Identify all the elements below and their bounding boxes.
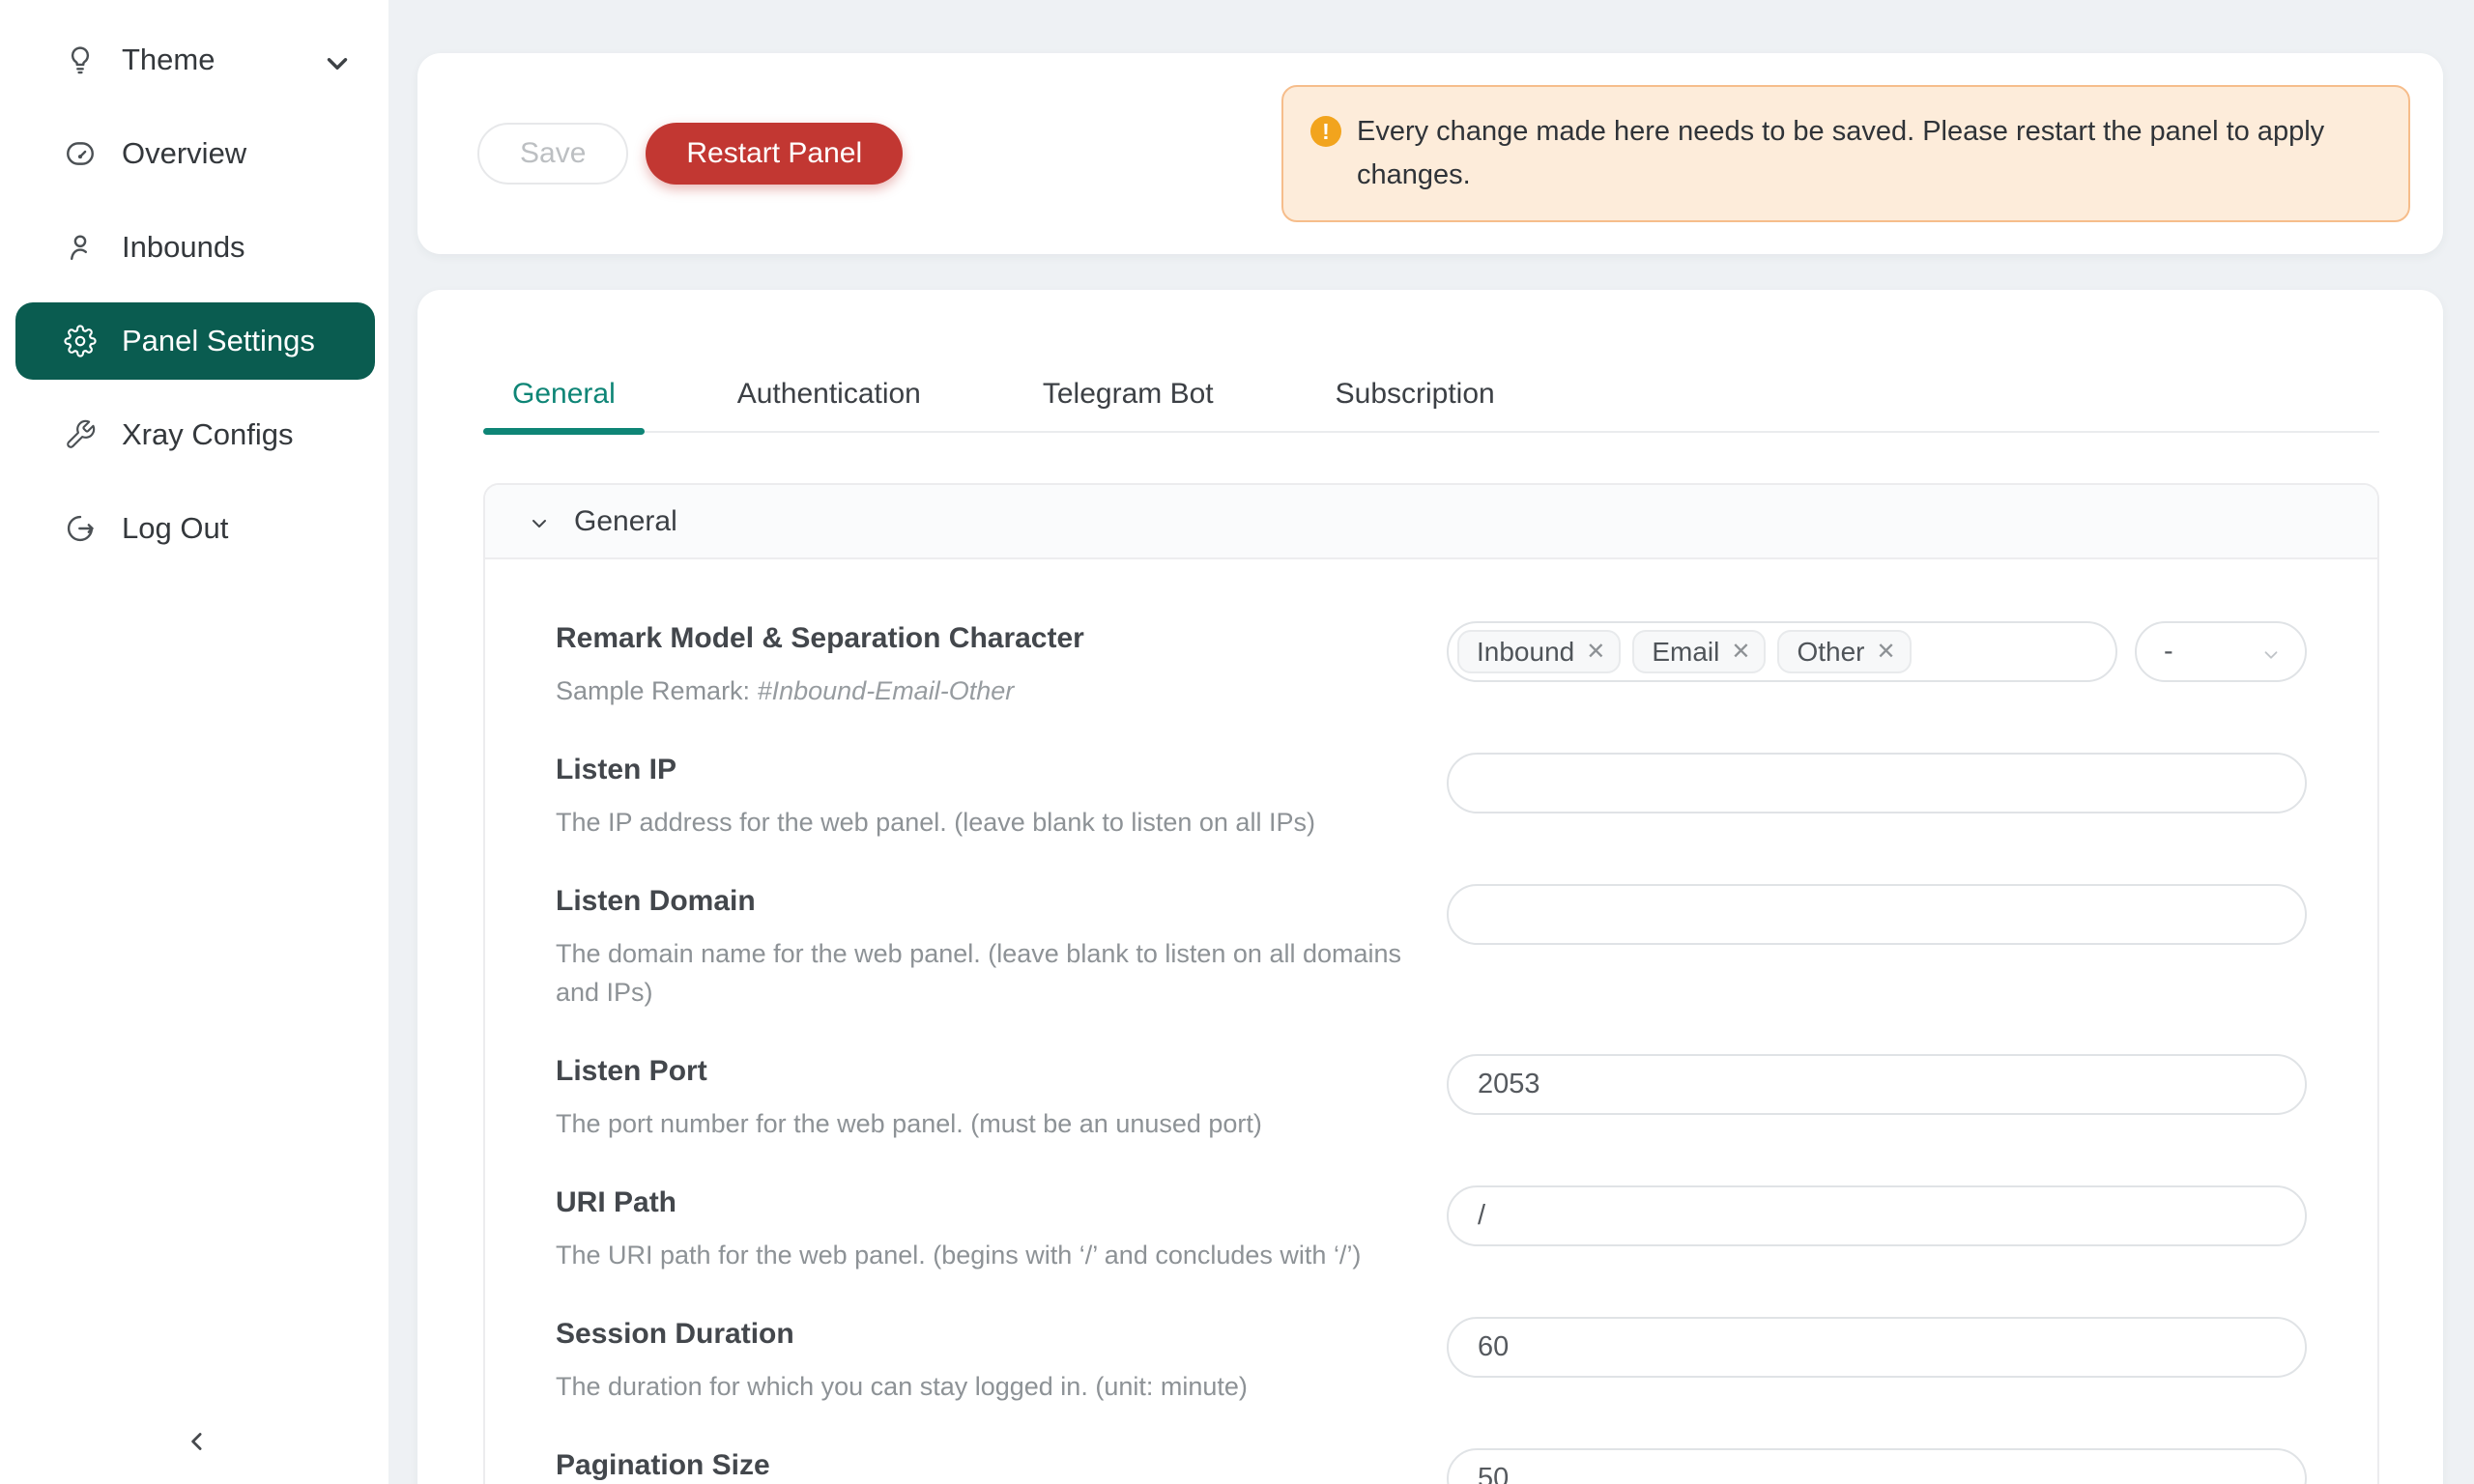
sidebar-item-label: Panel Settings (122, 324, 315, 358)
sidebar-item-label: Log Out (122, 511, 228, 546)
sample-remark-value: #Inbound-Email-Other (758, 676, 1015, 705)
tag-label: Other (1797, 637, 1864, 668)
row-remark-model: Remark Model & Separation Character Samp… (556, 621, 2307, 710)
warning-message: Every change made here needs to be saved… (1357, 110, 2328, 197)
row-session-duration: Session Duration The duration for which … (556, 1317, 2307, 1406)
toolbar-card: Save Restart Panel ! Every change made h… (417, 53, 2443, 254)
dashboard-icon (64, 137, 97, 170)
sidebar-item-log-out[interactable]: Log Out (15, 490, 375, 567)
tag-remove-icon[interactable]: ✕ (1731, 641, 1750, 664)
tag-label: Email (1652, 637, 1719, 668)
separator-select[interactable]: - (2135, 621, 2307, 682)
uri-path-input[interactable] (1447, 1185, 2307, 1246)
field-label: Listen Domain (556, 884, 1412, 919)
sidebar-item-overview[interactable]: Overview (15, 115, 375, 192)
tab-authentication[interactable]: Authentication (708, 357, 950, 431)
tag-inbound: Inbound ✕ (1457, 630, 1621, 673)
collapse-header-general[interactable]: General (485, 485, 2377, 559)
sidebar-item-label: Xray Configs (122, 417, 293, 452)
row-listen-port: Listen Port The port number for the web … (556, 1054, 2307, 1143)
panel-title: General (574, 505, 677, 538)
gear-icon (64, 325, 97, 357)
sample-remark-prefix: Sample Remark: (556, 676, 758, 705)
row-listen-domain: Listen Domain The domain name for the we… (556, 884, 2307, 1012)
field-description: The duration for which you can stay logg… (556, 1367, 1412, 1406)
session-duration-input[interactable] (1447, 1317, 2307, 1378)
sidebar-item-xray-configs[interactable]: Xray Configs (15, 396, 375, 473)
field-description: The domain name for the web panel. (leav… (556, 934, 1412, 1012)
sidebar-item-panel-settings[interactable]: Panel Settings (15, 302, 375, 380)
warning-icon: ! (1310, 116, 1341, 147)
chevron-down-icon (528, 510, 551, 533)
field-label: Session Duration (556, 1317, 1412, 1352)
field-description: The URI path for the web panel. (begins … (556, 1236, 1412, 1274)
sidebar-item-theme[interactable]: Theme (15, 21, 375, 99)
field-description: The IP address for the web panel. (leave… (556, 803, 1412, 842)
listen-ip-input[interactable] (1447, 753, 2307, 813)
field-description: Sample Remark: #Inbound-Email-Other (556, 671, 1412, 710)
row-listen-ip: Listen IP The IP address for the web pan… (556, 753, 2307, 842)
tab-general[interactable]: General (483, 357, 645, 431)
remark-model-tags-input[interactable]: Inbound ✕ Email ✕ Other ✕ (1447, 621, 2117, 682)
listen-domain-input[interactable] (1447, 884, 2307, 945)
field-label: Pagination Size (556, 1448, 1412, 1483)
field-label: Remark Model & Separation Character (556, 621, 1412, 656)
chevron-left-icon (183, 1427, 212, 1461)
settings-card: General Authentication Telegram Bot Subs… (417, 290, 2443, 1484)
logout-icon (64, 512, 97, 545)
field-description: The port number for the web panel. (must… (556, 1104, 1412, 1143)
pagination-size-input[interactable] (1447, 1448, 2307, 1484)
field-label: URI Path (556, 1185, 1412, 1220)
general-form: Remark Model & Separation Character Samp… (485, 559, 2377, 1484)
sidebar-item-inbounds[interactable]: Inbounds (15, 209, 375, 286)
restart-panel-button[interactable]: Restart Panel (646, 123, 903, 185)
tag-remove-icon[interactable]: ✕ (1586, 641, 1605, 664)
field-label: Listen IP (556, 753, 1412, 787)
tab-subscription[interactable]: Subscription (1307, 357, 1524, 431)
tag-label: Inbound (1477, 637, 1574, 668)
tab-telegram-bot[interactable]: Telegram Bot (1014, 357, 1243, 431)
tag-email: Email ✕ (1632, 630, 1766, 673)
sidebar-collapse-button[interactable] (170, 1416, 224, 1470)
sidebar-item-label: Theme (122, 43, 215, 77)
listen-port-input[interactable] (1447, 1054, 2307, 1115)
save-button[interactable]: Save (477, 123, 628, 185)
user-icon (64, 231, 97, 264)
sidebar-item-label: Overview (122, 136, 246, 171)
wrench-icon (64, 418, 97, 451)
separator-value: - (2164, 636, 2173, 668)
row-pagination-size: Pagination Size (556, 1448, 2307, 1484)
chevron-down-icon (2260, 642, 2282, 663)
sidebar-item-label: Inbounds (122, 230, 245, 265)
field-label: Listen Port (556, 1054, 1412, 1089)
chevron-down-icon (321, 47, 346, 72)
general-collapse-panel: General Remark Model & Separation Charac… (483, 483, 2379, 1484)
row-uri-path: URI Path The URI path for the web panel.… (556, 1185, 2307, 1274)
sidebar: Theme Overview Inbounds Panel Settings X… (0, 0, 388, 1484)
tag-other: Other ✕ (1777, 630, 1911, 673)
warning-alert: ! Every change made here needs to be sav… (1281, 85, 2410, 222)
main-content: Save Restart Panel ! Every change made h… (388, 0, 2474, 1484)
tabs-bar: General Authentication Telegram Bot Subs… (483, 357, 2379, 433)
tag-remove-icon[interactable]: ✕ (1876, 641, 1895, 664)
lightbulb-icon (64, 43, 97, 76)
